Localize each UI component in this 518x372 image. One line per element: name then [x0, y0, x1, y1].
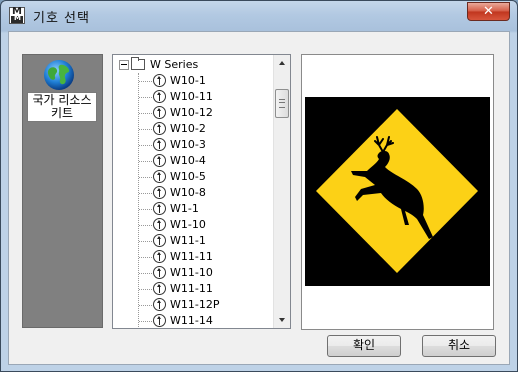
tree-item-label: W1-1 [170, 202, 199, 215]
tree-item-label: W10-11 [170, 90, 213, 103]
tree-item[interactable]: W11-14 [113, 313, 273, 328]
tree-item-label: W10-2 [170, 122, 206, 135]
dialog-client-area: 국가 리소스 키트 W Series W10-1 W10-11 W10-12 W… [8, 31, 510, 365]
symbol-icon [153, 186, 166, 199]
tree-item[interactable]: W10-11 [113, 89, 273, 105]
tree-item-label: W11-12P [170, 298, 220, 311]
symbol-icon [153, 170, 166, 183]
tree-item[interactable]: W11-10 [113, 265, 273, 281]
tree-item[interactable]: W11-11 [113, 281, 273, 297]
scroll-up-arrow-icon[interactable] [274, 55, 290, 71]
ok-button[interactable]: 확인 [327, 335, 401, 357]
tree-item-label: W10-1 [170, 74, 206, 87]
symbol-icon [153, 282, 166, 295]
scroll-thumb[interactable] [275, 89, 289, 118]
tree-item[interactable]: W10-8 [113, 185, 273, 201]
symbol-icon [153, 234, 166, 247]
symbol-icon [153, 314, 166, 327]
folder-icon [131, 57, 145, 70]
tree-root-label: W Series [150, 58, 199, 71]
cancel-button[interactable]: 취소 [422, 335, 496, 357]
app-icon: M M [9, 6, 25, 24]
symbol-icon [153, 122, 166, 135]
symbol-icon [153, 138, 166, 151]
category-panel: 국가 리소스 키트 [22, 54, 103, 328]
tree-item-label: W10-4 [170, 154, 206, 167]
tree-item[interactable]: W11-1 [113, 233, 273, 249]
tree-item[interactable]: W1-10 [113, 217, 273, 233]
tree-item-label: W1-10 [170, 218, 206, 231]
tree-item-label: W11-1 [170, 234, 206, 247]
title-bar[interactable]: M M 기호 선택 ✕ [1, 1, 517, 31]
tree-item-label: W11-10 [170, 266, 213, 279]
tree-item[interactable]: W11-11 [113, 249, 273, 265]
deer-crossing-sign [305, 97, 490, 286]
tree-item[interactable]: W10-5 [113, 169, 273, 185]
tree-item[interactable]: W10-12 [113, 105, 273, 121]
tree-item-label: W11-11 [170, 250, 213, 263]
symbol-tree[interactable]: W Series W10-1 W10-11 W10-12 W10-2 W10-3… [112, 54, 291, 329]
tree-item[interactable]: W10-4 [113, 153, 273, 169]
symbol-icon [153, 266, 166, 279]
symbol-icon [153, 250, 166, 263]
symbol-icon [153, 298, 166, 311]
tree-item-label: W11-11 [170, 282, 213, 295]
close-button[interactable]: ✕ [467, 2, 510, 21]
category-label: 국가 리소스 키트 [27, 92, 97, 122]
tree-item-label: W10-3 [170, 138, 206, 151]
tree-content: W Series W10-1 W10-11 W10-12 W10-2 W10-3… [113, 55, 274, 328]
dialog-window: M M 기호 선택 ✕ 국가 리소스 키트 W Series W10-1 W10… [0, 0, 518, 372]
tree-item[interactable]: W10-3 [113, 137, 273, 153]
symbol-icon [153, 106, 166, 119]
symbol-preview [301, 54, 494, 330]
symbol-icon [153, 90, 166, 103]
tree-item-label: W11-14 [170, 314, 213, 327]
close-icon: ✕ [483, 4, 494, 19]
category-label-line2: 키트 [50, 106, 74, 120]
collapse-icon[interactable] [119, 60, 129, 70]
tree-item-label: W10-12 [170, 106, 213, 119]
window-title: 기호 선택 [33, 11, 90, 26]
tree-item[interactable]: W10-2 [113, 121, 273, 137]
tree-item-label: W10-5 [170, 170, 206, 183]
tree-item[interactable]: W1-1 [113, 201, 273, 217]
symbol-icon [153, 74, 166, 87]
tree-scrollbar[interactable] [273, 55, 290, 328]
tree-item-label: W10-8 [170, 186, 206, 199]
symbol-icon [153, 154, 166, 167]
tree-item[interactable]: W11-12P [113, 297, 273, 313]
symbol-icon [153, 202, 166, 215]
scroll-down-arrow-icon[interactable] [274, 312, 290, 328]
tree-root-node[interactable]: W Series [113, 57, 273, 73]
symbol-icon [153, 218, 166, 231]
globe-icon [44, 60, 74, 90]
preview-image [305, 97, 490, 286]
tree-item[interactable]: W10-1 [113, 73, 273, 89]
